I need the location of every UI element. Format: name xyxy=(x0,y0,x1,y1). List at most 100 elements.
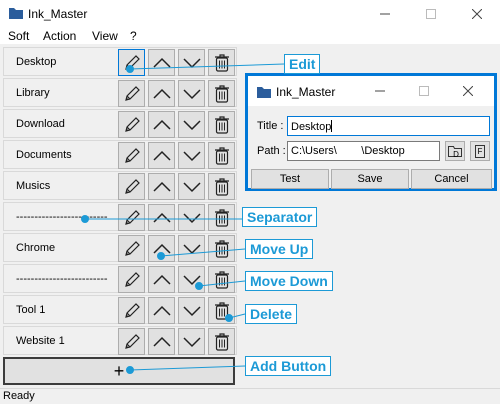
move-down-button[interactable] xyxy=(178,297,205,324)
menu-help[interactable]: ? xyxy=(130,29,137,43)
close-button[interactable] xyxy=(454,0,500,28)
move-down-button[interactable] xyxy=(178,204,205,231)
list-item-label: Website 1 xyxy=(16,335,65,347)
chevron-up-icon xyxy=(152,88,171,99)
move-down-button[interactable] xyxy=(178,328,205,355)
move-up-button[interactable] xyxy=(148,328,175,355)
delete-button[interactable] xyxy=(208,297,235,324)
move-up-button[interactable] xyxy=(148,297,175,324)
edit-button[interactable] xyxy=(118,142,145,169)
chevron-down-icon xyxy=(182,212,201,223)
delete-button[interactable] xyxy=(208,142,235,169)
edit-button[interactable] xyxy=(118,204,145,231)
menu-soft[interactable]: Soft xyxy=(8,29,29,43)
list-item[interactable]: Library xyxy=(3,78,237,107)
folder-app-icon xyxy=(9,8,23,19)
save-button[interactable]: Save xyxy=(331,169,409,189)
menu-view[interactable]: View xyxy=(92,29,118,43)
edit-button[interactable] xyxy=(118,235,145,262)
minimize-button[interactable] xyxy=(362,0,408,28)
trash-icon xyxy=(214,208,229,227)
list-item[interactable]: Musics xyxy=(3,171,237,200)
list-item[interactable]: Tool 1 xyxy=(3,295,237,324)
move-down-button[interactable] xyxy=(178,49,205,76)
move-up-button[interactable] xyxy=(148,204,175,231)
move-up-button[interactable] xyxy=(148,111,175,138)
annotation-add-button: Add Button xyxy=(245,356,332,376)
move-down-button[interactable] xyxy=(178,111,205,138)
menu-bar: Soft Action View ? xyxy=(0,28,500,44)
cancel-button[interactable]: Cancel xyxy=(411,169,492,189)
list-item-label: Documents xyxy=(16,149,72,161)
list-item[interactable]: Chrome xyxy=(3,233,237,262)
list-item-label: Musics xyxy=(16,180,51,192)
delete-button[interactable] xyxy=(208,49,235,76)
maximize-button[interactable] xyxy=(408,0,454,28)
move-up-button[interactable] xyxy=(148,142,175,169)
window-title: Ink_Master xyxy=(28,7,88,21)
chevron-up-icon xyxy=(152,150,171,161)
pencil-icon xyxy=(124,85,140,101)
edit-button[interactable] xyxy=(118,328,145,355)
move-up-button[interactable] xyxy=(148,173,175,200)
trash-icon xyxy=(214,115,229,134)
delete-button[interactable] xyxy=(208,328,235,355)
list-item-label: Tool 1 xyxy=(16,304,46,316)
path-field[interactable]: C:\Users\ \Desktop xyxy=(287,141,440,161)
title-field[interactable]: Desktop xyxy=(287,116,490,136)
title-field-value: Desktop xyxy=(291,121,332,133)
chevron-up-icon xyxy=(152,57,171,68)
edit-button[interactable] xyxy=(118,173,145,200)
edit-button[interactable] xyxy=(118,49,145,76)
browse-folder-button[interactable]: D xyxy=(445,141,465,161)
annotation-separator: Separator xyxy=(242,207,318,227)
edit-button[interactable] xyxy=(118,266,145,293)
dialog-close-button[interactable] xyxy=(448,76,488,106)
list-item[interactable]: Documents xyxy=(3,140,237,169)
move-down-button[interactable] xyxy=(178,80,205,107)
trash-icon xyxy=(214,177,229,196)
dialog-minimize-button[interactable] xyxy=(360,76,400,106)
delete-button[interactable] xyxy=(208,266,235,293)
move-up-button[interactable] xyxy=(148,49,175,76)
list-item[interactable]: Website 1 xyxy=(3,326,237,355)
trash-icon xyxy=(214,84,229,103)
cancel-button-label: Cancel xyxy=(434,173,469,185)
browse-file-button[interactable]: F xyxy=(470,141,490,161)
dialog-maximize-button[interactable] xyxy=(404,76,444,106)
list-item[interactable]: ------------------------- xyxy=(3,264,237,293)
list-item-label: ------------------------- xyxy=(16,273,108,285)
move-down-button[interactable] xyxy=(178,173,205,200)
trash-icon xyxy=(214,270,229,289)
test-button[interactable]: Test xyxy=(251,169,329,189)
add-button[interactable]: + xyxy=(3,357,235,385)
list-item[interactable]: Desktop xyxy=(3,47,237,76)
move-up-button[interactable] xyxy=(148,266,175,293)
edit-button[interactable] xyxy=(118,80,145,107)
edit-button[interactable] xyxy=(118,297,145,324)
annotation-move-down-text: Move Down xyxy=(250,273,328,289)
delete-button[interactable] xyxy=(208,80,235,107)
move-up-button[interactable] xyxy=(148,235,175,262)
chevron-down-icon xyxy=(182,243,201,254)
edit-button[interactable] xyxy=(118,111,145,138)
path-field-label: Path : xyxy=(257,145,286,157)
move-down-button[interactable] xyxy=(178,266,205,293)
move-up-button[interactable] xyxy=(148,80,175,107)
maximize-icon xyxy=(419,86,429,96)
delete-button[interactable] xyxy=(208,111,235,138)
list-item[interactable]: ------------------------- xyxy=(3,202,237,231)
dialog-title-bar: Ink_Master xyxy=(248,76,494,106)
move-down-button[interactable] xyxy=(178,142,205,169)
menu-action[interactable]: Action xyxy=(43,29,76,43)
title-bar: Ink_Master xyxy=(0,0,500,28)
chevron-down-icon xyxy=(182,119,201,130)
pencil-icon xyxy=(124,178,140,194)
delete-button[interactable] xyxy=(208,173,235,200)
pencil-icon xyxy=(124,240,140,256)
delete-button[interactable] xyxy=(208,204,235,231)
pencil-icon xyxy=(124,116,140,132)
list-item[interactable]: Download xyxy=(3,109,237,138)
delete-button[interactable] xyxy=(208,235,235,262)
move-down-button[interactable] xyxy=(178,235,205,262)
